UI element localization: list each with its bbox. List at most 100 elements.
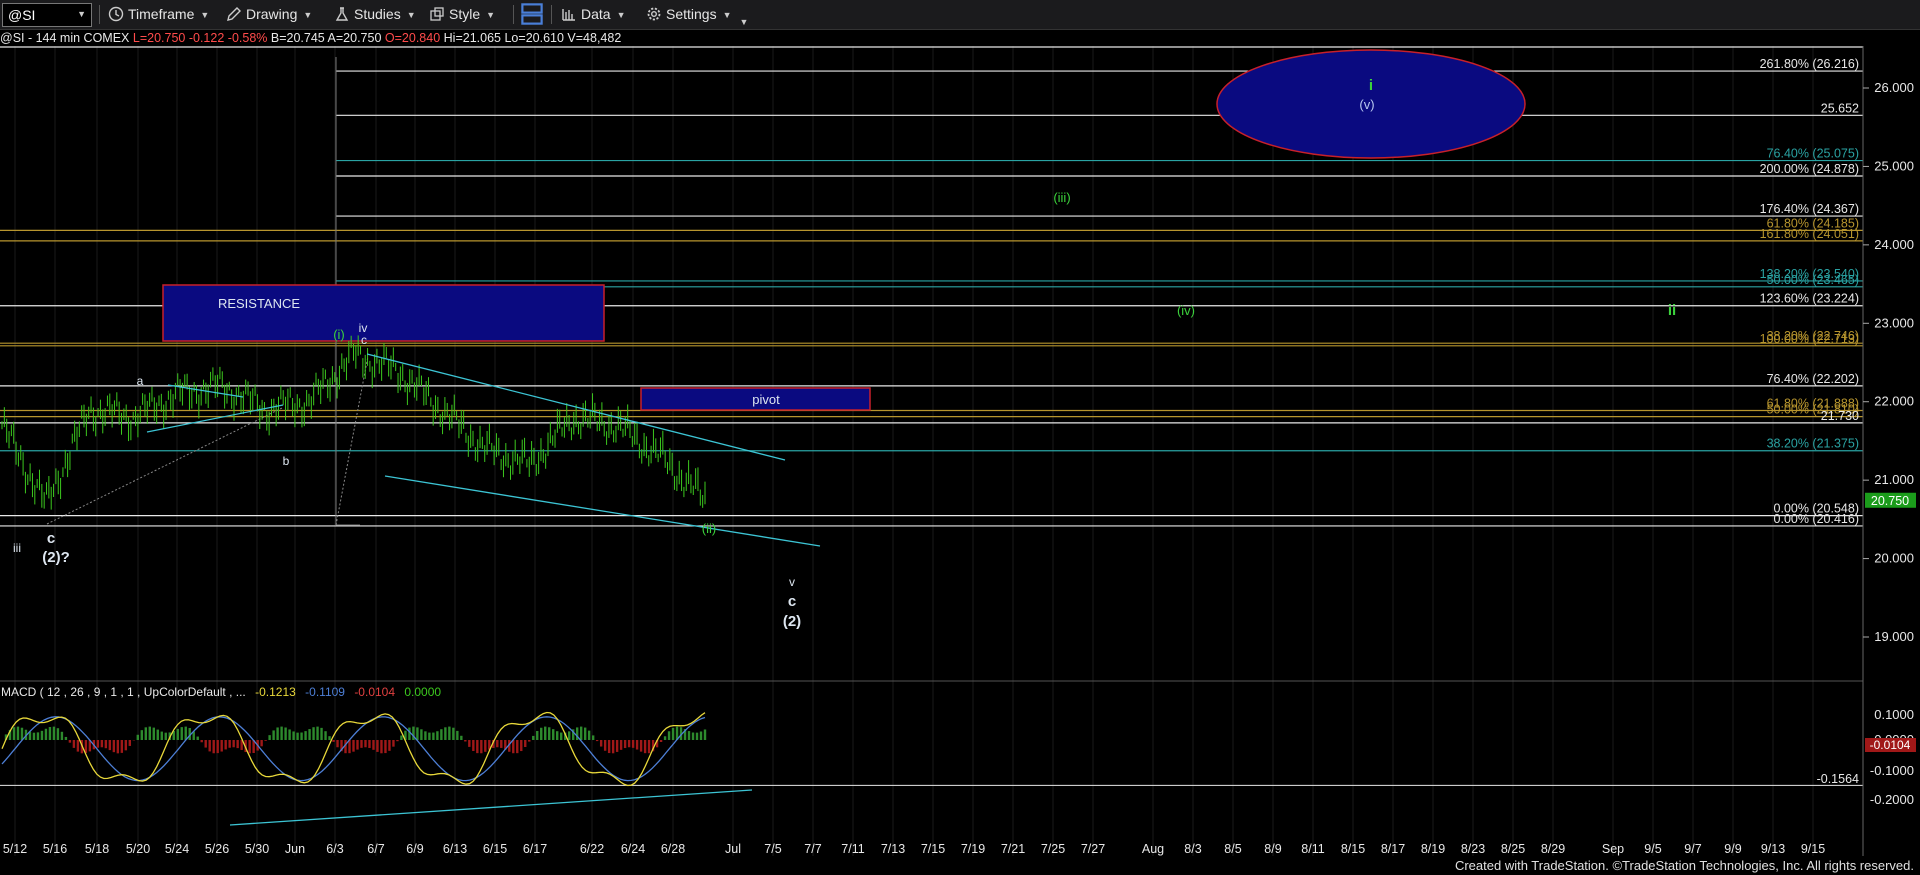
price-chart[interactable]: RESISTANCE pivot i (v) (iii) (iv) ii (i)… — [0, 46, 1920, 856]
price-axis[interactable]: 26.000 25.000 24.000 23.000 22.000 21.000 20.0… — [1863, 80, 1916, 644]
time-tick-label: 8/9 — [1264, 842, 1281, 856]
pencil-icon — [227, 7, 241, 21]
fib-level-label: 21.730 — [1821, 409, 1859, 423]
time-tick-label: 7/21 — [1001, 842, 1025, 856]
macd-pane — [0, 711, 1863, 826]
fib-level-label: 176.40% (24.367) — [1760, 202, 1859, 216]
style-menu[interactable]: Style ▼ — [429, 4, 495, 25]
time-tick-label: 7/15 — [921, 842, 945, 856]
time-tick-label: 8/23 — [1461, 842, 1485, 856]
zero-value: 0.0000 — [404, 685, 441, 699]
fib-level-label: 76.40% (25.075) — [1767, 147, 1859, 161]
wave-label: v — [789, 575, 795, 589]
layout-icon — [521, 3, 543, 25]
toolbar-divider — [513, 5, 514, 24]
drawing-label: Drawing — [246, 6, 298, 22]
style-label: Style — [449, 6, 481, 22]
time-tick-label: 9/15 — [1801, 842, 1825, 856]
time-tick-label: 8/17 — [1381, 842, 1405, 856]
layout-button[interactable] — [521, 3, 547, 25]
wave-label: c — [361, 333, 367, 347]
symbol-info-bar: @SI - 144 min COMEX L=20.750 -0.122 -0.5… — [0, 30, 1920, 46]
time-tick-label: 6/9 — [406, 842, 423, 856]
time-tick-label: 9/9 — [1724, 842, 1741, 856]
price-tick-label: 24.000 — [1874, 237, 1914, 252]
time-tick-label: 8/11 — [1301, 842, 1324, 856]
wave-label: (i) — [333, 327, 345, 342]
wave-label: ii — [1668, 302, 1676, 319]
symbol-value: @SI — [8, 7, 36, 23]
symbol-input[interactable]: @SI ▼ — [2, 3, 92, 27]
time-tick-label: 8/19 — [1421, 842, 1445, 856]
lower-trendline[interactable] — [384, 475, 821, 547]
data-menu[interactable]: Data ▼ — [561, 4, 626, 25]
resistance-box[interactable] — [162, 284, 605, 342]
wave-label: c — [788, 593, 796, 610]
bid-price: B=20.745 — [270, 31, 325, 45]
timeframe-menu[interactable]: Timeframe ▼ — [108, 4, 209, 25]
time-tick-label: 8/5 — [1224, 842, 1241, 856]
toolbar: @SI ▼ Timeframe ▼ Drawing ▼ Studies ▼ Style… — [0, 0, 1920, 30]
wave-label: (iv) — [1177, 303, 1195, 318]
timeframe-label: Timeframe — [128, 6, 195, 22]
time-tick-label: 6/28 — [661, 842, 685, 856]
studies-menu[interactable]: Studies ▼ — [334, 4, 416, 25]
price-tick-label: 20.000 — [1874, 551, 1914, 566]
price-tick-label: 25.000 — [1874, 158, 1914, 173]
wave-label: i — [1369, 77, 1373, 94]
macd-tick-label: 0.1000 — [1874, 707, 1914, 722]
time-tick-label: 6/13 — [443, 842, 467, 856]
time-tick-label: Jul — [725, 842, 741, 856]
fib-level-label: 200.00% (24.878) — [1760, 162, 1859, 176]
fibonacci-labels: 261.80% (26.216) 25.652 76.40% (25.075)200… — [1760, 57, 1859, 526]
data-label: Data — [581, 6, 611, 22]
settings-menu[interactable]: Settings ▼▼ — [646, 4, 748, 27]
price-tick-label: 19.000 — [1874, 629, 1914, 644]
net-change: -0.122 — [188, 31, 225, 45]
time-tick-label: 6/3 — [326, 842, 343, 856]
time-tick-label: 8/15 — [1341, 842, 1365, 856]
time-tick-label: 8/3 — [1184, 842, 1201, 856]
time-tick-label: 5/26 — [205, 842, 229, 856]
chevron-down-icon: ▼ — [486, 10, 496, 20]
chevron-down-icon[interactable]: ▼ — [77, 9, 86, 19]
price-tick-label: 23.000 — [1874, 315, 1914, 330]
macd-value: -0.1213 — [255, 685, 296, 699]
wave-label: (v) — [1359, 97, 1374, 112]
low-price: Lo=20.610 — [504, 31, 564, 45]
resistance-label: RESISTANCE — [218, 296, 300, 311]
price-tick-label: 21.000 — [1874, 472, 1914, 487]
chevron-down-icon: ▼ — [722, 10, 732, 20]
volume: V=48,482 — [567, 31, 622, 45]
flask-icon — [335, 7, 349, 21]
wave-label: (iii) — [1053, 190, 1070, 205]
chevron-down-icon: ▼ — [406, 10, 416, 20]
time-tick-label: 6/17 — [523, 842, 547, 856]
open-price: O=20.840 — [384, 31, 441, 45]
macd-tick-label: -0.1000 — [1870, 763, 1914, 778]
time-tick-label: 6/7 — [367, 842, 384, 856]
fib-level-label: 161.80% (24.051) — [1760, 227, 1859, 241]
time-tick-label: 5/16 — [43, 842, 67, 856]
price-tick-label: 26.000 — [1874, 80, 1914, 95]
time-axis[interactable]: 5/12 5/16 5/18 5/20 5/24 5/26 5/30 Jun 6/3 6/7 6/9… — [3, 842, 1825, 856]
toolbar-divider — [551, 5, 552, 24]
histogram-value: -0.0104 — [354, 685, 395, 699]
time-tick-label: 5/18 — [85, 842, 109, 856]
instrument-title: @SI - 144 min COMEX — [0, 31, 130, 45]
fib-level-label: 261.80% (26.216) — [1760, 57, 1859, 71]
ask-price: A=20.750 — [327, 31, 382, 45]
macd-label: MACD ( 12 , 26 , 9 , 1 , 1 , UpColorDefa… — [1, 685, 246, 699]
macd-level-label: -0.1564 — [1817, 772, 1859, 786]
style-icon — [430, 7, 444, 21]
settings-label: Settings — [666, 6, 717, 22]
time-tick-label: 7/5 — [764, 842, 781, 856]
drawing-menu[interactable]: Drawing ▼ — [226, 4, 312, 25]
macd-axis[interactable]: 0.10000.0000-0.1000-0.2000-0.0104-0.1564 — [1817, 707, 1916, 807]
time-tick-label: 5/30 — [245, 842, 269, 856]
time-tick-label: 7/19 — [961, 842, 985, 856]
fib-level-label: 50.00% (23.465) — [1767, 273, 1859, 287]
macd-trendline — [229, 789, 753, 826]
wave-label: c — [47, 530, 55, 547]
fib-level-label: 100.00% (22.713) — [1760, 332, 1859, 346]
